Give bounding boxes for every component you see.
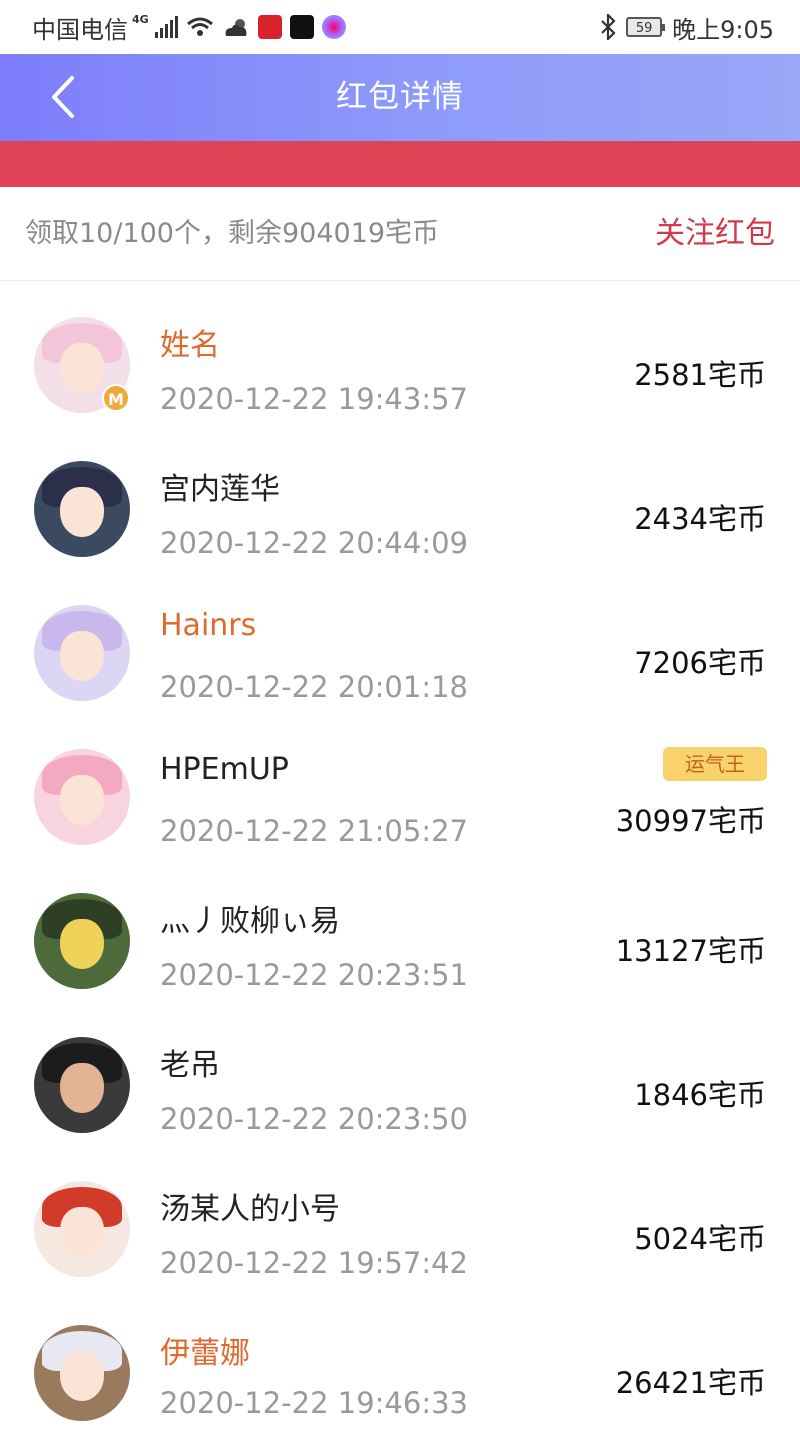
claim-amount: 2434宅币 bbox=[634, 502, 766, 536]
avatar[interactable] bbox=[34, 1037, 130, 1133]
red-packet-banner bbox=[0, 141, 800, 187]
claim-time: 2020-12-22 20:44:09 bbox=[160, 526, 468, 560]
avatar[interactable] bbox=[34, 461, 130, 557]
camera-app-icon bbox=[321, 15, 346, 39]
header-bar: 红包详情 bbox=[0, 54, 800, 141]
claim-time: 2020-12-22 20:23:51 bbox=[160, 958, 468, 992]
app-notification-icon bbox=[257, 15, 282, 39]
claim-time: 2020-12-22 19:57:42 bbox=[160, 1246, 468, 1280]
weather-icon bbox=[225, 19, 247, 36]
recipient-name: 伊蕾娜 bbox=[160, 1336, 250, 1371]
network-type: 4G bbox=[132, 12, 149, 26]
summary-bar: 领取10/100个，剩余904019宅币 关注红包 bbox=[0, 187, 800, 281]
list-item[interactable]: 宫内莲华 2020-12-22 20:44:09 2434宅币 bbox=[0, 426, 800, 570]
luck-king-badge: 运气王 bbox=[663, 747, 767, 781]
list-item[interactable]: 伊蕾娜 2020-12-22 19:46:33 26421宅币 bbox=[0, 1290, 800, 1434]
claim-amount: 30997宅币 bbox=[615, 804, 766, 838]
recipient-list: M 姓名 2020-12-22 19:43:57 2581宅币 宫内莲华 202… bbox=[0, 282, 800, 1434]
list-item[interactable]: M 姓名 2020-12-22 19:43:57 2581宅币 bbox=[0, 282, 800, 426]
recipient-name: 姓名 bbox=[160, 328, 220, 363]
bluetooth-icon bbox=[601, 14, 616, 40]
recipient-name: HPEmUP bbox=[160, 752, 289, 787]
claim-amount: 5024宅币 bbox=[634, 1222, 766, 1256]
recipient-name: Hainrs bbox=[160, 608, 257, 643]
claim-amount: 26421宅币 bbox=[615, 1366, 766, 1400]
capcut-icon bbox=[289, 15, 314, 39]
avatar[interactable] bbox=[34, 1325, 130, 1421]
claim-time: 2020-12-22 19:46:33 bbox=[160, 1386, 468, 1420]
clock: 晚上9:05 bbox=[672, 15, 774, 44]
claim-amount: 2581宅币 bbox=[634, 358, 766, 392]
claim-amount: 7206宅币 bbox=[634, 646, 766, 680]
claim-time: 2020-12-22 19:43:57 bbox=[160, 382, 468, 416]
recipient-name: 汤某人的小号 bbox=[160, 1192, 340, 1227]
avatar[interactable] bbox=[34, 1181, 130, 1277]
avatar[interactable] bbox=[34, 749, 130, 845]
status-bar: 中国电信 4G 59 晚上9:05 bbox=[0, 0, 800, 54]
signal-icon bbox=[154, 16, 178, 38]
wifi-icon bbox=[186, 17, 213, 36]
list-item[interactable]: 灬丿败柳ぃ易 2020-12-22 20:23:51 13127宅币 bbox=[0, 858, 800, 1002]
carrier-name: 中国电信 bbox=[32, 15, 128, 44]
list-item[interactable]: Hainrs 2020-12-22 20:01:18 7206宅币 bbox=[0, 570, 800, 714]
member-badge-icon: M bbox=[102, 384, 130, 412]
list-item[interactable]: 老吊 2020-12-22 20:23:50 1846宅币 bbox=[0, 1002, 800, 1146]
claim-summary: 领取10/100个，剩余904019宅币 bbox=[25, 218, 440, 249]
recipient-name: 灬丿败柳ぃ易 bbox=[160, 904, 340, 939]
list-item[interactable]: 汤某人的小号 2020-12-22 19:57:42 5024宅币 bbox=[0, 1146, 800, 1290]
follow-red-packet-button[interactable]: 关注红包 bbox=[655, 187, 775, 281]
claim-amount: 1846宅币 bbox=[634, 1078, 766, 1112]
page-title: 红包详情 bbox=[336, 79, 464, 115]
claim-time: 2020-12-22 20:01:18 bbox=[160, 670, 468, 704]
avatar[interactable] bbox=[34, 605, 130, 701]
recipient-name: 宫内莲华 bbox=[160, 472, 280, 507]
claim-time: 2020-12-22 20:23:50 bbox=[160, 1102, 468, 1136]
recipient-name: 老吊 bbox=[160, 1048, 220, 1083]
claim-time: 2020-12-22 21:05:27 bbox=[160, 814, 468, 848]
avatar[interactable] bbox=[34, 893, 130, 989]
claim-amount: 13127宅币 bbox=[615, 934, 766, 968]
battery-icon: 59 bbox=[626, 17, 666, 37]
list-item[interactable]: HPEmUP 2020-12-22 21:05:27 运气王 30997宅币 bbox=[0, 714, 800, 858]
